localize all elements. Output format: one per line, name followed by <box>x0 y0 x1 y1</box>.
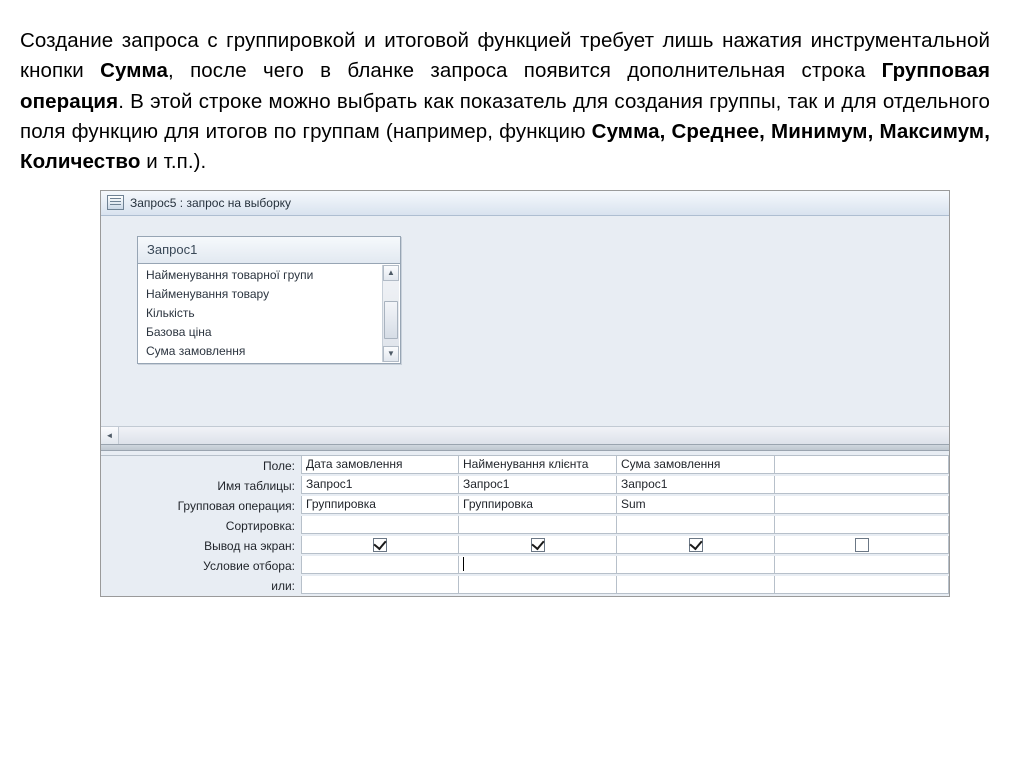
table-cell[interactable]: Запрос1 <box>617 476 775 494</box>
field-cell-empty[interactable] <box>775 456 949 474</box>
show-checkbox[interactable] <box>689 538 703 552</box>
paragraph-text: и т.п.). <box>140 150 206 173</box>
show-checkbox[interactable] <box>855 538 869 552</box>
window-titlebar[interactable]: Запрос5 : запрос на выборку <box>101 191 949 216</box>
qbe-grid[interactable]: Поле: Дата замовлення Найменування клієн… <box>101 455 949 596</box>
label-show: Вывод на экран: <box>101 536 301 556</box>
source-field-list[interactable]: Найменування товарної групи Найменування… <box>138 264 400 363</box>
field-item[interactable]: Найменування товару <box>144 285 400 304</box>
query-icon <box>107 195 124 210</box>
show-cell[interactable] <box>617 536 775 554</box>
sort-cell-empty[interactable] <box>775 516 949 534</box>
sort-cell[interactable] <box>301 516 459 534</box>
label-table: Имя таблицы: <box>101 476 301 496</box>
field-cell[interactable]: Дата замовлення <box>301 456 459 474</box>
pane-splitter[interactable] <box>101 444 949 451</box>
field-list-scrollbar[interactable]: ▲ ▼ <box>382 265 399 362</box>
criteria-cell[interactable] <box>459 556 617 574</box>
criteria-cell[interactable] <box>617 556 775 574</box>
show-checkbox[interactable] <box>531 538 545 552</box>
or-cell[interactable] <box>301 576 459 594</box>
scroll-down-button[interactable]: ▼ <box>383 346 399 362</box>
label-criteria: Условие отбора: <box>101 556 301 576</box>
sort-cell[interactable] <box>459 516 617 534</box>
show-cell-empty[interactable] <box>775 536 949 554</box>
source-table-panel[interactable]: Запрос1 Найменування товарної групи Найм… <box>137 236 401 364</box>
table-cell-empty[interactable] <box>775 476 949 494</box>
table-cell[interactable]: Запрос1 <box>459 476 617 494</box>
scroll-left-button[interactable]: ◄ <box>101 427 119 444</box>
show-cell[interactable] <box>301 536 459 554</box>
scroll-up-button[interactable]: ▲ <box>383 265 399 281</box>
design-grid-pane: Поле: Дата замовлення Найменування клієн… <box>101 451 949 596</box>
criteria-cell-empty[interactable] <box>775 556 949 574</box>
explanatory-paragraph: Создание запроса с группировкой и итогов… <box>20 26 990 178</box>
label-sort: Сортировка: <box>101 516 301 536</box>
total-cell[interactable]: Группировка <box>459 496 617 514</box>
field-cell[interactable]: Сума замовлення <box>617 456 775 474</box>
field-item[interactable]: Сума замовлення <box>144 342 400 361</box>
upper-hscroll[interactable]: ◄ <box>101 426 949 444</box>
field-item[interactable]: Кількість <box>144 304 400 323</box>
window-title: Запрос5 : запрос на выборку <box>130 196 291 210</box>
text-caret <box>463 557 464 571</box>
total-cell-empty[interactable] <box>775 496 949 514</box>
table-cell[interactable]: Запрос1 <box>301 476 459 494</box>
field-item[interactable]: Найменування товарної групи <box>144 266 400 285</box>
show-cell[interactable] <box>459 536 617 554</box>
source-table-name[interactable]: Запрос1 <box>138 237 400 264</box>
label-field: Поле: <box>101 456 301 476</box>
total-cell[interactable]: Группировка <box>301 496 459 514</box>
field-cell[interactable]: Найменування клієнта <box>459 456 617 474</box>
query-design-window: Запрос5 : запрос на выборку Запрос1 Найм… <box>100 190 950 597</box>
criteria-cell[interactable] <box>301 556 459 574</box>
field-item[interactable]: Базова ціна <box>144 323 400 342</box>
tables-pane[interactable]: Запрос1 Найменування товарної групи Найм… <box>101 216 949 426</box>
label-or: или: <box>101 576 301 596</box>
paragraph-text: , после чего в бланке запроса появится д… <box>168 59 882 82</box>
or-cell[interactable] <box>459 576 617 594</box>
bold-sum: Сумма <box>100 59 168 82</box>
sort-cell[interactable] <box>617 516 775 534</box>
total-cell[interactable]: Sum <box>617 496 775 514</box>
show-checkbox[interactable] <box>373 538 387 552</box>
or-cell[interactable] <box>617 576 775 594</box>
label-total: Групповая операция: <box>101 496 301 516</box>
or-cell-empty[interactable] <box>775 576 949 594</box>
scroll-thumb[interactable] <box>384 301 398 339</box>
